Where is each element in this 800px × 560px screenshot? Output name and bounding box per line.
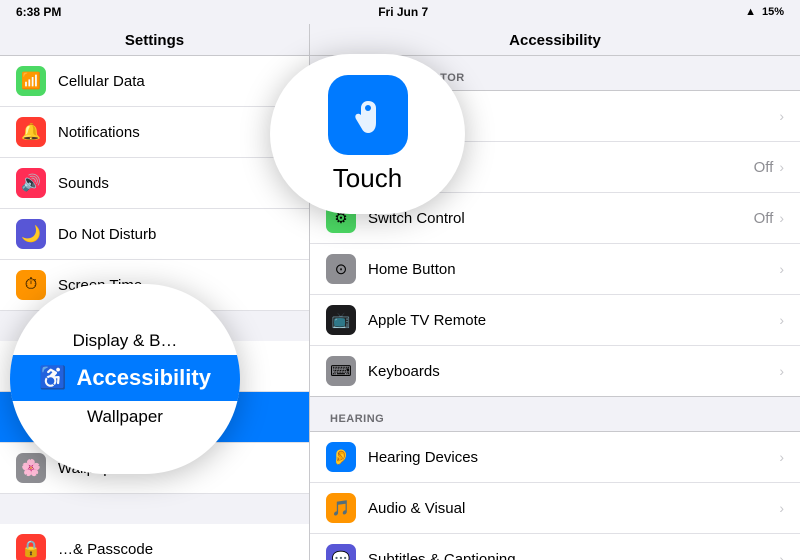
main-content: Settings 📶 Cellular Data 🔔 Notifications… <box>0 24 800 560</box>
audiovisual-chevron: › <box>779 500 784 516</box>
touch-chevron: › <box>779 108 784 124</box>
keyboards-label: Keyboards <box>368 363 779 380</box>
overlay-selected-row: ♿ Accessibility <box>10 355 240 401</box>
touch-overlay-icon-bg <box>328 75 408 155</box>
donotdisturb-label: Do Not Disturb <box>58 226 156 243</box>
section-hearing-label: HEARING <box>310 397 800 431</box>
audiovisual-label: Audio & Visual <box>368 500 779 517</box>
right-title: Accessibility <box>310 24 800 56</box>
overlay-above-label: Display & B… <box>73 331 178 351</box>
keyboards-icon: ⌨ <box>326 356 356 386</box>
hearingdevices-chevron: › <box>779 449 784 465</box>
homebutton-icon: ⊙ <box>326 254 356 284</box>
item-homebutton[interactable]: ⊙ Home Button › <box>310 244 800 295</box>
sidebar-item-passcode[interactable]: 🔒 …& Passcode <box>0 524 309 560</box>
sounds-label: Sounds <box>58 175 109 192</box>
facecontrol-value: Off <box>754 159 774 176</box>
wallpaper-icon: 🌸 <box>16 453 46 483</box>
switchcontrol-label: Switch Control <box>368 210 754 227</box>
content-area: Settings 📶 Cellular Data 🔔 Notifications… <box>0 24 800 560</box>
subtitles-chevron: › <box>779 551 784 560</box>
keyboards-chevron: › <box>779 363 784 379</box>
sidebar-item-cellular[interactable]: 📶 Cellular Data <box>0 56 309 107</box>
appletvremote-chevron: › <box>779 312 784 328</box>
screentime-icon: ⏱ <box>16 270 46 300</box>
subtitles-icon: 💬 <box>326 544 356 560</box>
status-bar: 6:38 PM Fri Jun 7 ▲ 15% <box>0 0 800 24</box>
wifi-icon: ▲ <box>745 6 756 18</box>
audiovisual-icon: 🎵 <box>326 493 356 523</box>
sidebar-item-donotdisturb[interactable]: 🌙 Do Not Disturb <box>0 209 309 260</box>
touch-hand-icon <box>346 93 390 137</box>
status-date: Fri Jun 7 <box>378 5 428 19</box>
item-appletvremote[interactable]: 📺 Apple TV Remote › <box>310 295 800 346</box>
battery-level: 15% <box>762 6 784 18</box>
overlay-selected-label: Accessibility <box>76 365 211 391</box>
sounds-icon: 🔊 <box>16 168 46 198</box>
facecontrol-chevron: › <box>779 159 784 175</box>
touch-overlay: Touch <box>270 54 465 214</box>
hearingdevices-label: Hearing Devices <box>368 449 779 466</box>
status-right: ▲ 15% <box>745 6 784 18</box>
sidebar-title: Settings <box>0 24 309 56</box>
appletvremote-icon: 📺 <box>326 305 356 335</box>
switchcontrol-chevron: › <box>779 210 784 226</box>
cellular-label: Cellular Data <box>58 73 145 90</box>
item-hearingdevices[interactable]: 👂 Hearing Devices › <box>310 432 800 483</box>
status-time: 6:38 PM <box>16 5 61 19</box>
hearing-list: 👂 Hearing Devices › 🎵 Audio & Visual › 💬… <box>310 431 800 560</box>
touch-overlay-title: Touch <box>333 163 402 194</box>
passcode-icon: 🔒 <box>16 534 46 560</box>
subtitles-label: Subtitles & Captioning <box>368 551 779 560</box>
item-audiovisual[interactable]: 🎵 Audio & Visual › <box>310 483 800 534</box>
overlay-below-label: Wallpaper <box>87 407 163 427</box>
cellular-icon: 📶 <box>16 66 46 96</box>
appletvremote-label: Apple TV Remote <box>368 312 779 329</box>
hearingdevices-icon: 👂 <box>326 442 356 472</box>
switchcontrol-value: Off <box>754 210 774 227</box>
item-subtitles[interactable]: 💬 Subtitles & Captioning › <box>310 534 800 560</box>
accessibility-overlay: Display & B… ♿ Accessibility Wallpaper <box>10 284 240 474</box>
homebutton-label: Home Button <box>368 261 779 278</box>
notifications-label: Notifications <box>58 124 140 141</box>
passcode-label: …& Passcode <box>58 541 153 558</box>
item-keyboards[interactable]: ⌨ Keyboards › <box>310 346 800 396</box>
donotdisturb-icon: 🌙 <box>16 219 46 249</box>
sidebar-item-sounds[interactable]: 🔊 Sounds <box>0 158 309 209</box>
homebutton-chevron: › <box>779 261 784 277</box>
notifications-icon: 🔔 <box>16 117 46 147</box>
sidebar-gap2 <box>0 494 309 524</box>
sidebar-item-notifications[interactable]: 🔔 Notifications <box>0 107 309 158</box>
